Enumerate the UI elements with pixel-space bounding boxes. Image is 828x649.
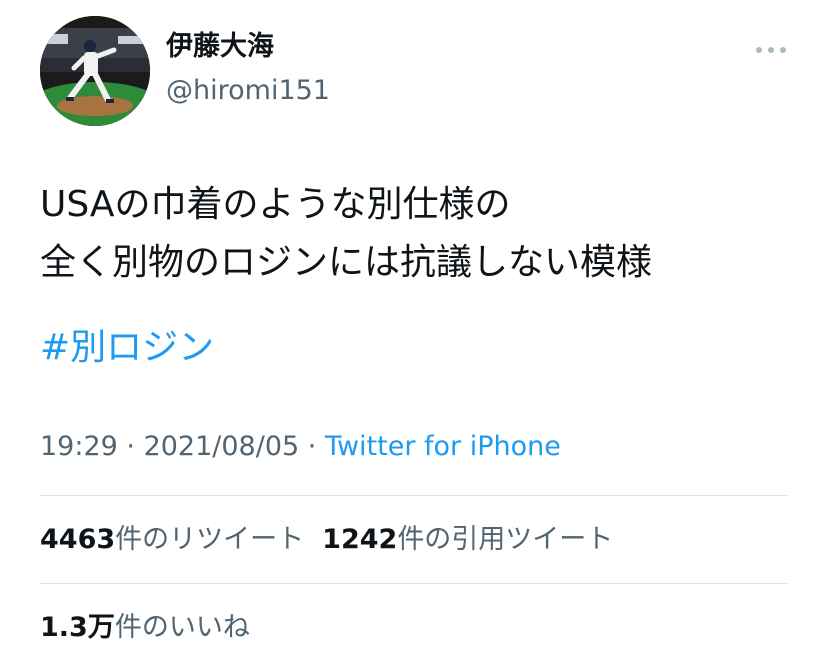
hashtag-link[interactable]: #別ロジン [40,322,214,374]
more-dot [768,47,774,53]
like-count: 1.3万 [40,612,115,643]
tweet-date[interactable]: 2021/08/05 [144,431,300,462]
retweets-stat[interactable]: 4463件のリツイート [40,524,304,555]
more-dot [780,47,786,53]
quotes-stat[interactable]: 1242件の引用ツイート [322,524,613,555]
meta-separator: · [117,431,144,462]
user-handle[interactable]: @hiromi151 [166,74,330,108]
quote-count: 1242 [322,524,398,555]
more-options-button[interactable] [756,40,786,60]
tweet-detail: 伊藤大海 @hiromi151 USAの巾着のような別仕様の 全く別物のロジンに… [0,0,828,649]
tweet-time[interactable]: 19:29 [40,431,118,462]
retweet-count: 4463 [40,524,116,555]
tweet-metadata: 19:29 · 2021/08/05 · Twitter for iPhone [40,429,561,465]
pitcher-photo-icon [40,16,150,126]
more-dots-icon [756,47,762,53]
tweet-text: USAの巾着のような別仕様の 全く別物のロジンには抗議しない模様 [40,176,800,292]
engagement-stats-row: 4463件のリツイート 1242件の引用ツイート [40,522,613,558]
likes-stat[interactable]: 1.3万件のいいね [40,612,250,643]
tweet-source-link[interactable]: Twitter for iPhone [325,431,561,462]
quote-label: 件の引用ツイート [397,524,614,555]
like-label: 件のいいね [114,612,250,643]
likes-row: 1.3万件のいいね [40,610,250,646]
tweet-text-line: USAの巾着のような別仕様の [40,184,511,225]
avatar[interactable] [40,16,150,126]
tweet-text-line: 全く別物のロジンには抗議しない模様 [40,242,653,283]
retweet-label: 件のリツイート [115,524,305,555]
display-name[interactable]: 伊藤大海 [166,30,274,64]
meta-separator: · [299,431,325,462]
divider [40,495,788,496]
divider [40,583,788,584]
